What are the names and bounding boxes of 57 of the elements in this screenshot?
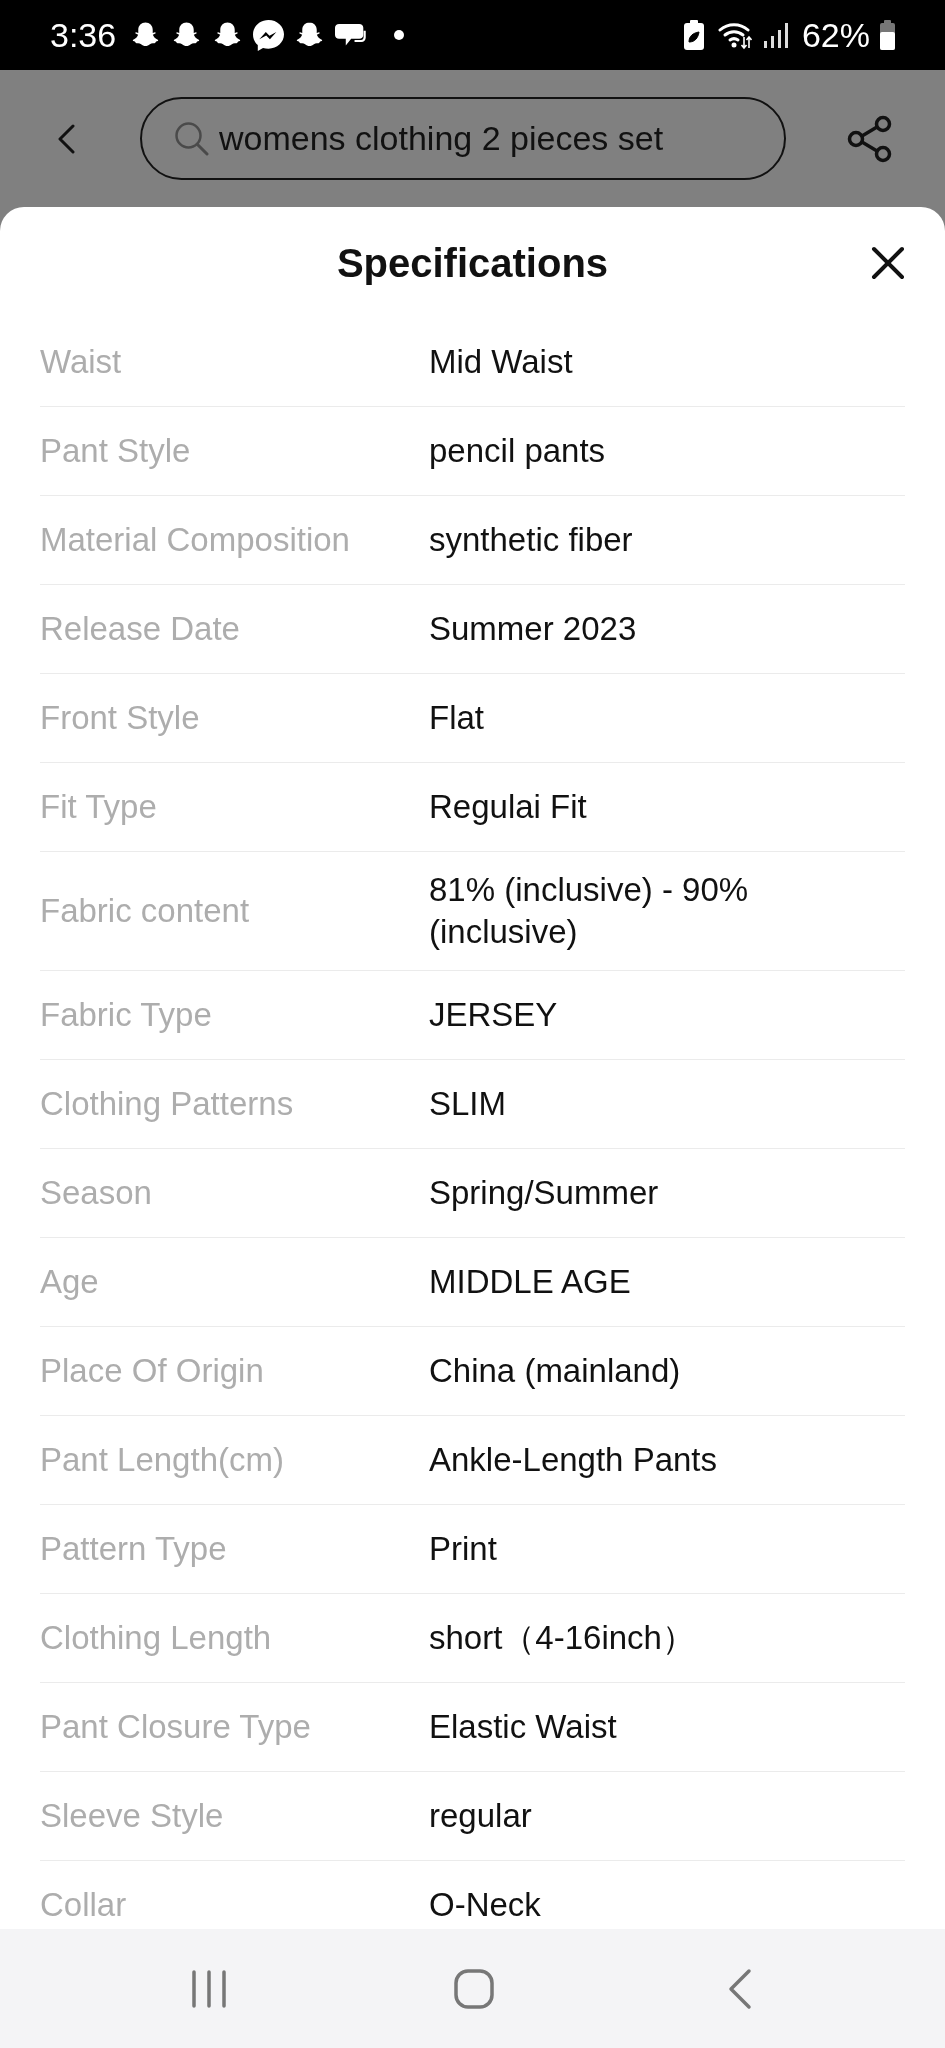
recent-apps-icon[interactable] <box>191 1969 227 2008</box>
share-icon <box>847 114 893 163</box>
share-button[interactable] <box>847 114 893 163</box>
close-icon <box>871 245 905 280</box>
spec-label: Pattern Type <box>40 1529 228 1569</box>
signal-icon <box>763 22 790 48</box>
spec-label: Age <box>40 1262 100 1302</box>
sheet-title: Specifications <box>336 239 609 287</box>
notification-dot-icon <box>394 30 405 40</box>
chat-lightning-icon <box>253 19 285 51</box>
spec-label: Front Style <box>40 698 201 738</box>
spec-value: Ankle-Length Pants <box>429 1440 719 1480</box>
back-button[interactable] <box>57 123 76 154</box>
wifi-icon <box>717 20 752 50</box>
spec-value: JERSEY <box>429 995 559 1035</box>
spec-value: Flat <box>429 698 485 738</box>
battery-icon <box>880 20 895 50</box>
spec-value: O-Neck <box>429 1885 542 1925</box>
spec-label: Fabric content <box>40 891 251 931</box>
spec-label: Collar <box>40 1885 128 1925</box>
spec-label: Pant Style <box>40 431 192 471</box>
close-button[interactable] <box>871 245 905 280</box>
spec-label: Season <box>40 1173 153 1213</box>
spec-value: Print <box>429 1529 498 1569</box>
spec-label: Place Of Origin <box>40 1351 265 1391</box>
spec-value: short（4-16inch） <box>429 1618 696 1658</box>
spec-label: Sleeve Style <box>40 1796 225 1836</box>
spec-label: Material Composition <box>40 520 351 560</box>
spec-label: Fit Type <box>40 787 158 827</box>
spec-value: 81% (inclusive) - 90% (inclusive) <box>429 870 750 952</box>
spec-value: pencil pants <box>429 431 607 471</box>
home-icon[interactable] <box>454 1968 494 2009</box>
search-bar[interactable]: womens clothing 2 pieces set <box>140 97 786 180</box>
search-icon <box>174 121 209 156</box>
spec-label: Waist <box>40 342 123 382</box>
spec-value: SLIM <box>429 1084 508 1124</box>
spec-value: Elastic Waist <box>429 1707 618 1747</box>
spec-value: regular <box>429 1796 533 1836</box>
spec-value: China (mainland) <box>429 1351 682 1391</box>
search-input[interactable]: womens clothing 2 pieces set <box>219 113 784 164</box>
spec-label: Fabric Type <box>40 995 213 1035</box>
spec-label: Clothing Length <box>40 1618 273 1658</box>
back-icon <box>57 123 76 154</box>
spec-label: Pant Length(cm) <box>40 1440 285 1480</box>
spec-value: Spring/Summer <box>429 1173 660 1213</box>
spec-value: synthetic fiber <box>429 520 634 560</box>
spec-value: MIDDLE AGE <box>429 1262 632 1302</box>
battery-percentage: 62% <box>801 15 870 55</box>
spec-value: Regulai Fit <box>429 787 588 827</box>
spec-value: Mid Waist <box>429 342 574 382</box>
status-time: 3:36 <box>50 15 117 55</box>
spec-label: Clothing Patterns <box>40 1084 295 1124</box>
spec-label: Release Date <box>40 609 241 649</box>
back-icon[interactable] <box>728 1967 752 2010</box>
spec-label: Pant Closure Type <box>40 1707 312 1747</box>
battery-leaf-icon <box>683 20 704 50</box>
spec-value: Summer 2023 <box>429 609 638 649</box>
